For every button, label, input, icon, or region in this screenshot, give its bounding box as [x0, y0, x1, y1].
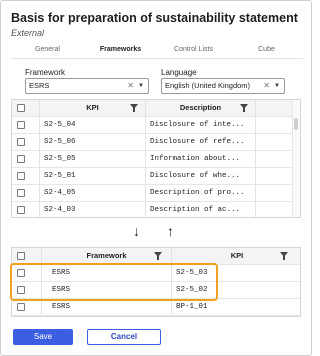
description-cell: Description of pro... — [146, 185, 256, 201]
row-select-cell — [12, 185, 40, 201]
row-select-cell — [12, 134, 40, 150]
row-checkbox[interactable] — [17, 206, 25, 214]
framework-cell: ESRS — [42, 282, 172, 298]
kpi-table: KPI Description S2-5_04 Disclosure of in… — [11, 99, 301, 218]
selected-table-header: Framework KPI — [12, 248, 300, 265]
column-header-kpi[interactable]: KPI — [172, 248, 300, 264]
description-cell: Disclosure of inte... — [146, 117, 256, 133]
column-header-kpi[interactable]: KPI — [40, 100, 146, 116]
kpi-table-header: KPI Description — [12, 100, 294, 117]
tab-bar: General Frameworks Control Lists Cube — [11, 43, 303, 59]
framework-cell: ESRS — [42, 299, 172, 315]
cancel-button[interactable]: Cancel — [87, 329, 161, 345]
tab-general[interactable]: General — [11, 43, 84, 58]
kpi-cell: S2-4_03 — [40, 202, 146, 217]
language-select-value: English (United Kingdom) — [165, 81, 251, 90]
save-button[interactable]: Save — [13, 329, 73, 345]
dialog: Basis for preparation of sustainability … — [0, 0, 312, 356]
row-select-cell — [12, 151, 40, 167]
tab-cube[interactable]: Cube — [230, 43, 303, 58]
move-down-arrow-icon[interactable]: ↓ — [133, 223, 140, 239]
row-checkbox[interactable] — [17, 138, 25, 146]
description-cell: Disclosure of refe... — [146, 134, 256, 150]
table-row[interactable]: ESRS BP-1_01 — [12, 299, 300, 316]
column-header-label: KPI — [86, 103, 99, 112]
table-row[interactable]: S2-5_06 Disclosure of refe... — [12, 134, 294, 151]
table-row[interactable]: ESRS S2-5_03 — [12, 265, 300, 282]
kpi-cell: S2-5_04 — [40, 117, 146, 133]
column-header-label: Framework — [86, 251, 127, 260]
table-row[interactable]: S2-5_04 Disclosure of inte... — [12, 117, 294, 134]
close-icon[interactable]: ✕ — [127, 79, 134, 93]
row-select-cell — [12, 202, 40, 217]
table-row[interactable]: S2-5_01 Disclosure of whe... — [12, 168, 294, 185]
chevron-down-icon[interactable]: ▼ — [274, 79, 280, 93]
select-all-checkbox[interactable] — [17, 252, 25, 260]
row-select-cell — [12, 117, 40, 133]
row-checkbox[interactable] — [17, 189, 25, 197]
framework-select-value: ESRS — [29, 81, 50, 90]
row-checkbox[interactable] — [17, 286, 25, 294]
kpi-cell: S2-5_05 — [40, 151, 146, 167]
scrollbar[interactable] — [292, 100, 300, 217]
row-checkbox[interactable] — [17, 303, 25, 311]
column-header-label: KPI — [230, 251, 244, 260]
description-cell: Description of ac... — [146, 202, 256, 217]
row-select-cell — [12, 265, 42, 281]
row-checkbox[interactable] — [17, 121, 25, 129]
select-all-checkbox[interactable] — [17, 104, 25, 112]
tab-control-lists[interactable]: Control Lists — [157, 43, 230, 58]
language-select[interactable]: English (United Kingdom) ✕ ▼ — [161, 78, 285, 94]
column-header-label: Description — [179, 103, 222, 112]
filter-icon[interactable] — [280, 252, 288, 260]
framework-label: Framework — [25, 68, 66, 77]
description-cell: Disclosure of whe... — [146, 168, 256, 184]
kpi-cell: S2-5_06 — [40, 134, 146, 150]
row-select-cell — [12, 282, 42, 298]
select-all-cell — [12, 248, 42, 264]
kpi-cell: S2-5_03 — [176, 269, 208, 277]
move-up-arrow-icon[interactable]: ↑ — [167, 223, 174, 239]
framework-cell: ESRS — [42, 265, 172, 281]
tab-frameworks[interactable]: Frameworks — [84, 43, 157, 58]
table-row[interactable]: S2-4_03 Description of ac... — [12, 202, 294, 217]
dialog-title: Basis for preparation of sustainability … — [11, 11, 298, 25]
selected-kpi-table: Framework KPI ESRS S2-5_03 ESRS S2-5_02 … — [11, 247, 301, 317]
close-icon[interactable]: ✕ — [263, 79, 270, 93]
row-checkbox[interactable] — [17, 172, 25, 180]
kpi-cell: S2-5_02 — [176, 286, 208, 294]
filter-icon[interactable] — [130, 104, 138, 112]
language-label: Language — [161, 68, 197, 77]
column-header-empty — [256, 100, 294, 116]
select-all-cell — [12, 100, 40, 116]
chevron-down-icon[interactable]: ▼ — [138, 79, 144, 93]
table-row[interactable]: ESRS S2-5_02 — [12, 282, 300, 299]
description-cell: Information about... — [146, 151, 256, 167]
dialog-subtitle: External — [11, 28, 45, 38]
kpi-cell: S2-4_05 — [40, 185, 146, 201]
filter-icon[interactable] — [154, 252, 162, 260]
filter-icon[interactable] — [240, 104, 248, 112]
row-checkbox[interactable] — [17, 155, 25, 163]
row-select-cell — [12, 168, 40, 184]
row-select-cell — [12, 299, 42, 315]
column-header-description[interactable]: Description — [146, 100, 256, 116]
kpi-cell: S2-5_01 — [40, 168, 146, 184]
scrollbar-thumb[interactable] — [294, 118, 298, 130]
row-checkbox[interactable] — [17, 269, 25, 277]
framework-select[interactable]: ESRS ✕ ▼ — [25, 78, 149, 94]
table-row[interactable]: S2-4_05 Description of pro... — [12, 185, 294, 202]
kpi-cell: BP-1_01 — [176, 303, 208, 311]
table-row[interactable]: S2-5_05 Information about... — [12, 151, 294, 168]
column-header-framework[interactable]: Framework — [42, 248, 172, 264]
